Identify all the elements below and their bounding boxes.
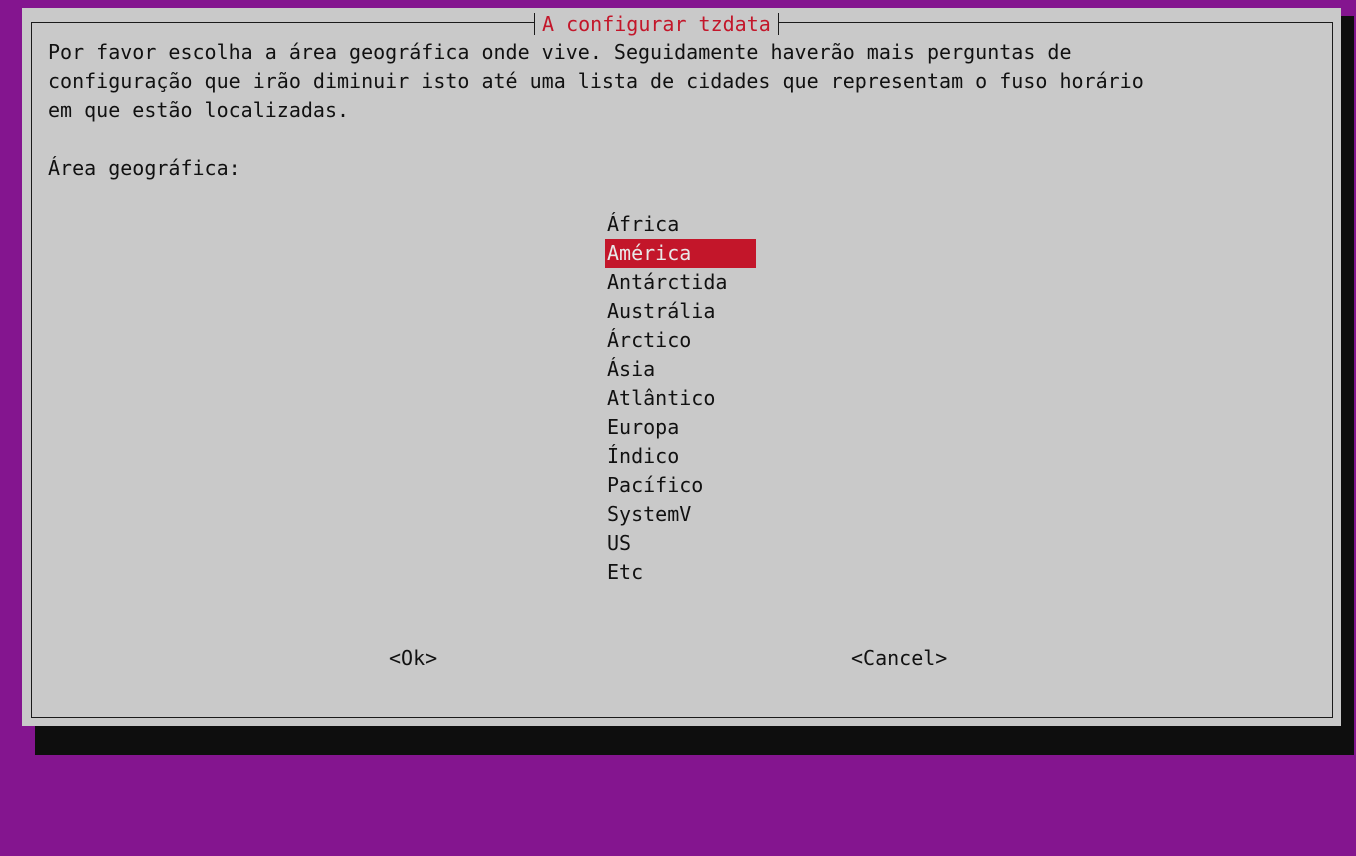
tzdata-dialog: A configurar tzdata Por favor escolha a … — [22, 8, 1341, 726]
ok-button[interactable]: <Ok> — [389, 644, 437, 673]
area-prompt-label: Área geográfica: — [48, 156, 241, 180]
cancel-button[interactable]: <Cancel> — [851, 644, 947, 673]
area-item[interactable]: Pacífico — [605, 471, 756, 500]
area-item[interactable]: Árctico — [605, 326, 756, 355]
area-item[interactable]: Antárctida — [605, 268, 756, 297]
area-item[interactable]: US — [605, 529, 756, 558]
area-item[interactable]: Atlântico — [605, 384, 756, 413]
dialog-intro-text: Por favor escolha a área geográfica onde… — [48, 40, 1144, 122]
area-item-selected[interactable]: América — [605, 239, 756, 268]
area-item[interactable]: África — [605, 210, 756, 239]
dialog-shadow — [35, 726, 1354, 755]
area-item[interactable]: Ásia — [605, 355, 756, 384]
area-item[interactable]: Austrália — [605, 297, 756, 326]
area-item[interactable]: Índico — [605, 442, 756, 471]
geographic-area-list[interactable]: África América Antárctida Austrália Árct… — [605, 210, 756, 587]
dialog-shadow-right — [1341, 16, 1354, 755]
area-item[interactable]: Etc — [605, 558, 756, 587]
area-item[interactable]: Europa — [605, 413, 756, 442]
area-item[interactable]: SystemV — [605, 500, 756, 529]
dialog-title: A configurar tzdata — [534, 11, 779, 37]
